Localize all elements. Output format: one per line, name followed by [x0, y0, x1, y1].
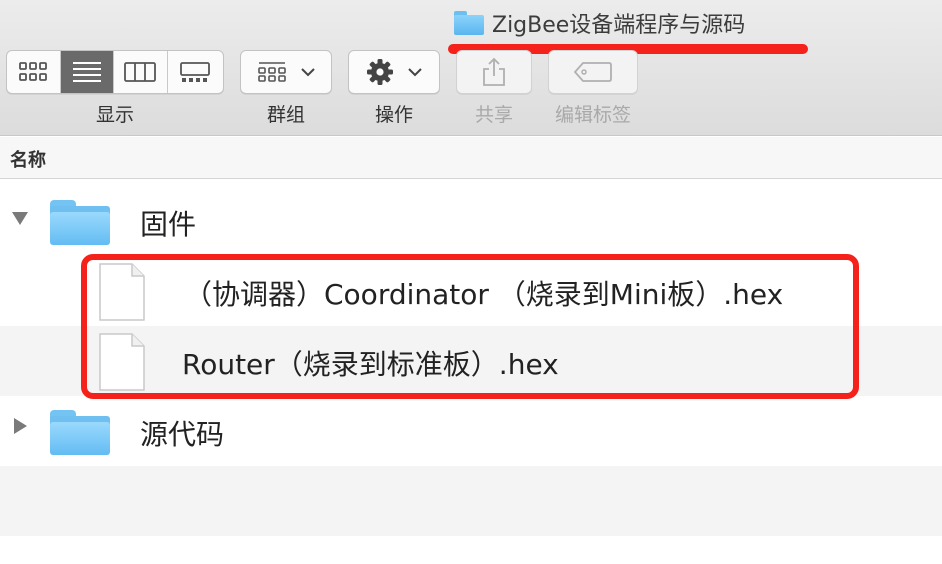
- window-title-text: ZigBee设备端程序与源码: [492, 13, 746, 38]
- share-label: 共享: [474, 104, 513, 126]
- view-label: 显示: [95, 104, 134, 126]
- action-label: 操作: [374, 104, 413, 126]
- file-name: Router（烧录到标准板）.hex: [182, 348, 559, 381]
- folder-icon: [454, 11, 484, 35]
- chevron-down-icon: [408, 68, 422, 77]
- folder-name: 源代码: [140, 418, 225, 451]
- gear-icon: [367, 59, 393, 85]
- folder-name: 固件: [140, 208, 197, 241]
- share-icon: [483, 57, 505, 86]
- list-item-file-router[interactable]: Router（烧录到标准板）.hex: [0, 326, 942, 396]
- action-button[interactable]: [348, 50, 440, 94]
- icon-view-button[interactable]: [7, 51, 61, 93]
- chevron-down-icon: [301, 68, 315, 77]
- disclosure-triangle-collapsed-icon[interactable]: [14, 418, 27, 434]
- edit-tags-label: 编辑标签: [554, 104, 631, 126]
- gallery-icon: [180, 62, 211, 82]
- list-item-file-coordinator[interactable]: （协调器）Coordinator （烧录到Mini板）.hex: [0, 256, 942, 326]
- folder-icon: [48, 198, 112, 246]
- list-item-folder-source[interactable]: 源代码: [0, 396, 942, 466]
- disclosure-triangle-expanded-icon[interactable]: [12, 212, 28, 225]
- window-title: ZigBee设备端程序与源码: [454, 8, 745, 38]
- column-view-button[interactable]: [114, 51, 168, 93]
- document-icon: [99, 263, 145, 321]
- document-icon: [99, 333, 145, 391]
- grid-icon: [19, 62, 48, 81]
- list-icon: [72, 62, 101, 82]
- empty-row: [0, 466, 942, 536]
- share-button[interactable]: [456, 50, 532, 94]
- list-view-button[interactable]: [60, 51, 114, 93]
- folder-icon: [48, 408, 112, 456]
- file-name: （协调器）Coordinator （烧录到Mini板）.hex: [184, 278, 784, 311]
- group-label: 群组: [266, 104, 305, 126]
- columns-icon: [124, 62, 157, 82]
- gallery-view-button[interactable]: [168, 51, 223, 93]
- toolbar: ZigBee设备端程序与源码 显示 群组 操作 共享 编辑标签: [0, 0, 942, 136]
- column-header: 名称: [0, 137, 942, 179]
- view-mode-control: [6, 50, 224, 94]
- list-item-folder-firmware[interactable]: 固件: [0, 186, 942, 256]
- group-grid-icon: [258, 62, 286, 82]
- group-button[interactable]: [240, 50, 332, 94]
- edit-tags-button[interactable]: [548, 50, 638, 94]
- tag-icon: [573, 62, 612, 82]
- name-column-header[interactable]: 名称: [10, 146, 46, 172]
